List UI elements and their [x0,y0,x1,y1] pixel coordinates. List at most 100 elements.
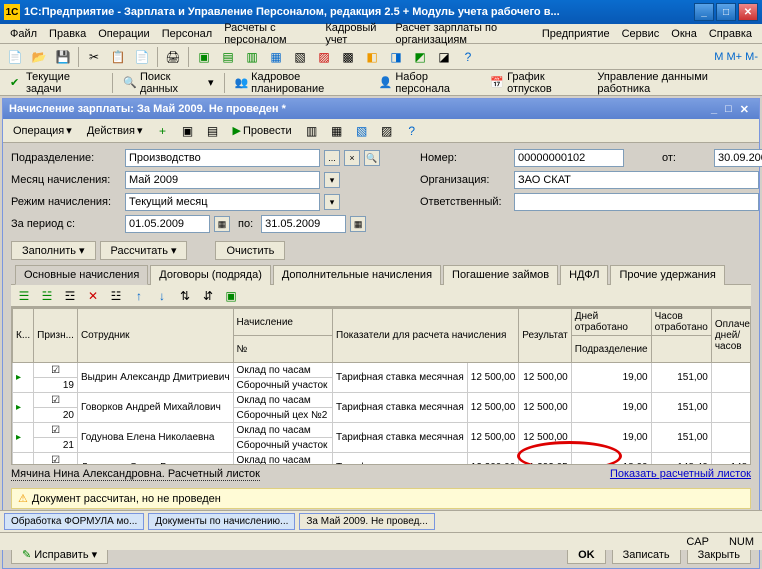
col-employee[interactable]: Сотрудник [77,309,233,363]
tool-icon[interactable]: ▧ [289,46,311,68]
new-icon[interactable]: 📄 [4,46,26,68]
doc-max-icon[interactable]: □ [725,103,732,115]
tool-icon[interactable]: ▦ [326,120,348,142]
data-grid[interactable]: К... Призн... Сотрудник Начисление Показ… [11,307,751,465]
hr-planning-link[interactable]: 👥Кадровое планирование [230,69,370,97]
doc-close-icon[interactable]: ✕ [740,103,749,116]
col-dept[interactable]: Подразделение [571,336,651,363]
date-input[interactable]: 30.09.2009 [714,149,762,167]
menu-windows[interactable]: Окна [665,26,703,42]
task-item[interactable]: Обработка ФОРМУЛА мо... [4,513,144,530]
minimize-button[interactable]: _ [694,3,714,21]
tool-icon[interactable]: ☱ [36,285,58,307]
tool-icon[interactable]: ▥ [301,120,323,142]
close-button[interactable]: ✕ [738,3,758,21]
col-result[interactable]: Результат [519,309,571,363]
help-icon[interactable]: ? [401,120,423,142]
table-row[interactable]: ▸☑Данилина Ольга ВасильевнаОклад по часа… [13,453,752,466]
search-link[interactable]: 🔍Поиск данных ▾ [119,69,217,97]
menu-hr[interactable]: Кадровый учет [319,20,389,48]
print-icon[interactable]: 🖨 [162,46,184,68]
spinner-button[interactable]: ▾ [324,194,340,210]
col-mark[interactable]: Призн... [34,309,78,363]
tool-icon[interactable]: ▣ [177,120,199,142]
employee-data-link[interactable]: Управление данными работника [593,69,756,97]
spinner-button[interactable]: ▾ [324,172,340,188]
tool-icon[interactable]: ▩ [337,46,359,68]
maximize-button[interactable]: □ [716,3,736,21]
tool-icon[interactable]: ▨ [376,120,398,142]
run-button[interactable]: ▶Провести [227,122,298,139]
operation-menu[interactable]: Операция ▾ [7,122,78,139]
tab-main[interactable]: Основные начисления [15,265,148,285]
resp-input[interactable] [514,193,759,211]
table-row[interactable]: ▸☑Говорков Андрей МихайловичОклад по час… [13,393,752,408]
menu-payroll[interactable]: Расчеты с персоналом [218,20,319,48]
tool-icon[interactable]: ◧ [361,46,383,68]
calendar-button[interactable]: ▦ [214,216,230,232]
help-icon[interactable]: ? [457,46,479,68]
memory-buttons[interactable]: М М+ М- [714,51,758,63]
table-row[interactable]: ▸☑Выдрин Александр ДмитриевичОклад по ча… [13,363,752,378]
paste-icon[interactable]: 📄 [131,46,153,68]
task-item[interactable]: За Май 2009. Не провед... [299,513,434,530]
table-row[interactable]: ▸☑Годунова Елена НиколаевнаОклад по часа… [13,423,752,438]
org-input[interactable]: ЗАО СКАТ [514,171,759,189]
open-icon[interactable]: 📂 [28,46,50,68]
tool-icon[interactable]: ◨ [385,46,407,68]
tab-contracts[interactable]: Договоры (подряда) [150,265,271,285]
save-icon[interactable]: 💾 [52,46,74,68]
col-days[interactable]: Дней отработано [571,309,651,336]
select-button[interactable]: ... [324,150,340,166]
tab-tax[interactable]: НДФЛ [560,265,608,285]
number-input[interactable]: 00000000102 [514,149,624,167]
doc-min-icon[interactable]: _ [711,103,717,115]
tool-icon[interactable]: ▨ [313,46,335,68]
mode-input[interactable]: Текущий месяц [125,193,320,211]
tool-icon[interactable]: ▦ [265,46,287,68]
clear-button[interactable]: × [344,150,360,166]
current-tasks-link[interactable]: ✔Текущие задачи [6,69,106,97]
menu-file[interactable]: Файл [4,26,43,42]
tool-icon[interactable]: ◩ [409,46,431,68]
menu-edit[interactable]: Правка [43,26,92,42]
tool-icon[interactable]: ▥ [241,46,263,68]
recruitment-link[interactable]: 👤Набор персонала [375,69,483,97]
tool-icon[interactable]: ☳ [105,285,127,307]
fill-button[interactable]: Заполнить ▾ [11,241,96,260]
task-item[interactable]: Документы по начислению... [148,513,295,530]
col-k[interactable]: К... [13,309,34,363]
cut-icon[interactable]: ✂ [83,46,105,68]
col-indicators[interactable]: Показатели для расчета начисления [333,309,519,363]
add-row-icon[interactable]: ☰ [13,285,35,307]
down-icon[interactable]: ↓ [151,285,173,307]
vacation-link[interactable]: 📅График отпусков [486,69,589,97]
tool-icon[interactable]: ▤ [202,120,224,142]
date-to-input[interactable]: 31.05.2009 [261,215,346,233]
tool-icon[interactable]: ▤ [217,46,239,68]
menu-ops[interactable]: Операции [92,26,155,42]
search-button[interactable]: 🔍 [364,150,380,166]
menu-personnel[interactable]: Персонал [156,26,219,42]
sort-icon[interactable]: ⇅ [174,285,196,307]
tab-other[interactable]: Прочие удержания [610,265,724,285]
show-payslip-link[interactable]: Показать расчетный листок [610,468,751,481]
tab-additional[interactable]: Дополнительные начисления [273,265,441,285]
tool-icon[interactable]: ▣ [220,285,242,307]
actions-menu[interactable]: Действия ▾ [81,122,149,139]
dept-input[interactable]: Производство [125,149,320,167]
tool-icon[interactable]: ◪ [433,46,455,68]
copy-icon[interactable]: 📋 [107,46,129,68]
add-icon[interactable]: + [152,120,174,142]
col-hours[interactable]: Часов отработано [651,309,711,336]
menu-help[interactable]: Справка [703,26,758,42]
menu-service[interactable]: Сервис [616,26,666,42]
col-n[interactable]: № [233,336,333,363]
calc-button[interactable]: Рассчитать ▾ [100,241,188,260]
tool-icon[interactable]: ▧ [351,120,373,142]
month-input[interactable]: Май 2009 [125,171,320,189]
col-accrual[interactable]: Начисление [233,309,333,336]
tab-loans[interactable]: Погашение займов [443,265,558,285]
date-from-input[interactable]: 01.05.2009 [125,215,210,233]
tool-icon[interactable]: ▣ [193,46,215,68]
